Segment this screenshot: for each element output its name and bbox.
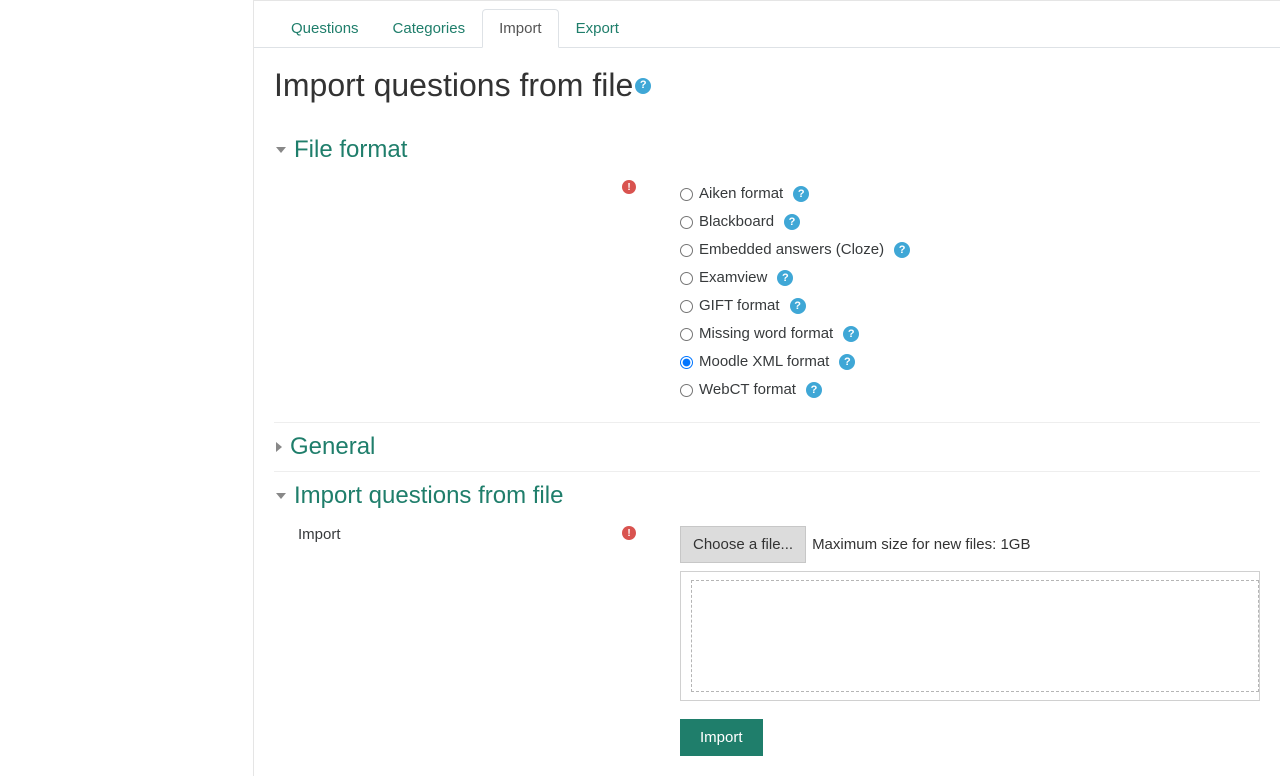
import-label-col: Import ! xyxy=(274,526,644,701)
tab-categories[interactable]: Categories xyxy=(376,9,483,48)
radio-label: Embedded answers (Cloze) xyxy=(699,238,884,262)
radio-moodle-xml[interactable] xyxy=(680,356,693,369)
radio-label: WebCT format xyxy=(699,378,796,402)
section-import-file: Import questions from file Import ! Choo… xyxy=(274,472,1260,701)
choose-file-button[interactable]: Choose a file... xyxy=(680,526,806,563)
section-file-format-body: ! Aiken format ? Blackboard ? xyxy=(274,174,1260,422)
help-icon[interactable]: ? xyxy=(784,214,800,230)
radio-label: Blackboard xyxy=(699,210,774,234)
page-title: Import questions from file? xyxy=(274,66,1260,104)
file-format-options: Aiken format ? Blackboard ? Embedded ans… xyxy=(644,180,1260,404)
radio-option: Moodle XML format ? xyxy=(680,348,1260,376)
help-icon[interactable]: ? xyxy=(793,186,809,202)
radio-cloze[interactable] xyxy=(680,244,693,257)
chevron-down-icon xyxy=(276,493,286,499)
section-file-format: File format ! Aiken format ? Blackboard xyxy=(274,126,1260,423)
radio-label: GIFT format xyxy=(699,294,780,318)
radio-label: Aiken format xyxy=(699,182,783,206)
radio-option: Examview ? xyxy=(680,264,1260,292)
section-general-header[interactable]: General xyxy=(274,423,1260,471)
section-import-file-body: Import ! Choose a file... Maximum size f… xyxy=(274,520,1260,701)
radio-blackboard[interactable] xyxy=(680,216,693,229)
chevron-right-icon xyxy=(276,442,282,452)
help-icon[interactable]: ? xyxy=(839,354,855,370)
radio-option: WebCT format ? xyxy=(680,376,1260,404)
radio-option: GIFT format ? xyxy=(680,292,1260,320)
section-file-format-title: File format xyxy=(294,136,407,164)
radio-webct[interactable] xyxy=(680,384,693,397)
page-title-text: Import questions from file xyxy=(274,67,633,103)
radio-option: Embedded answers (Cloze) ? xyxy=(680,236,1260,264)
help-icon[interactable]: ? xyxy=(843,326,859,342)
section-general: General xyxy=(274,423,1260,472)
radio-aiken[interactable] xyxy=(680,188,693,201)
radio-option: Aiken format ? xyxy=(680,180,1260,208)
radio-gift[interactable] xyxy=(680,300,693,313)
chevron-down-icon xyxy=(276,147,286,153)
max-size-text: Maximum size for new files: 1GB xyxy=(812,536,1030,553)
page-container: Questions Categories Import Export Impor… xyxy=(253,0,1280,776)
help-icon[interactable]: ? xyxy=(806,382,822,398)
section-general-title: General xyxy=(290,433,375,461)
file-picker-row: Choose a file... Maximum size for new fi… xyxy=(680,526,1260,563)
radio-label: Examview xyxy=(699,266,767,290)
dropzone-inner xyxy=(691,580,1259,692)
radio-examview[interactable] xyxy=(680,272,693,285)
help-icon[interactable]: ? xyxy=(790,298,806,314)
import-field-label: Import xyxy=(298,526,341,543)
section-import-file-title: Import questions from file xyxy=(294,482,563,510)
tab-export[interactable]: Export xyxy=(559,9,636,48)
file-format-label-col: ! xyxy=(274,180,644,404)
radio-label: Missing word format xyxy=(699,322,833,346)
tab-questions[interactable]: Questions xyxy=(274,9,376,48)
import-content-col: Choose a file... Maximum size for new fi… xyxy=(644,526,1260,701)
help-icon[interactable]: ? xyxy=(635,78,651,94)
required-icon: ! xyxy=(622,526,636,540)
radio-label: Moodle XML format xyxy=(699,350,829,374)
radio-option: Blackboard ? xyxy=(680,208,1260,236)
radio-missing-word[interactable] xyxy=(680,328,693,341)
required-icon: ! xyxy=(622,180,636,194)
tab-bar: Questions Categories Import Export xyxy=(254,1,1280,48)
section-import-file-header[interactable]: Import questions from file xyxy=(274,472,1260,520)
file-dropzone[interactable] xyxy=(680,571,1260,701)
main-content: Import questions from file? File format … xyxy=(254,48,1280,776)
help-icon[interactable]: ? xyxy=(777,270,793,286)
tab-import[interactable]: Import xyxy=(482,9,559,48)
section-file-format-header[interactable]: File format xyxy=(274,126,1260,174)
import-button[interactable]: Import xyxy=(680,719,763,756)
radio-option: Missing word format ? xyxy=(680,320,1260,348)
help-icon[interactable]: ? xyxy=(894,242,910,258)
